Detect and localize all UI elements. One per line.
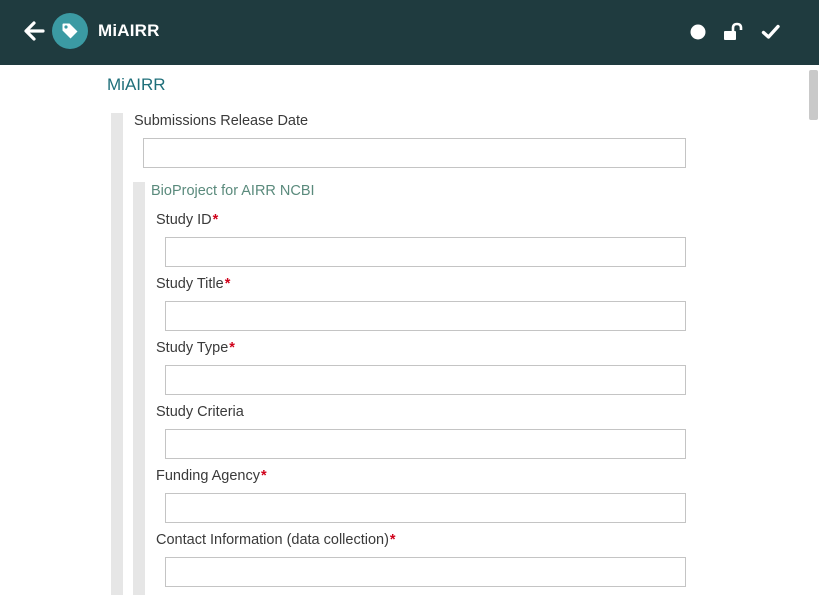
field-label-text: Study Criteria [156,404,244,420]
check-icon [761,24,780,39]
field-label-text: Study Title [156,276,224,292]
bioproject-section-title: BioProject for AIRR NCBI [151,183,315,199]
required-marker: * [389,532,396,548]
required-marker: * [212,212,219,228]
funding-agency-input[interactable] [165,493,686,523]
lock-button[interactable] [721,20,745,44]
study-type-label: Study Type* [156,340,235,356]
study-title-input[interactable] [165,301,686,331]
study-id-label: Study ID* [156,212,218,228]
unlock-icon [724,22,743,40]
circle-icon [690,24,706,40]
study-id-input[interactable] [165,237,686,267]
study-criteria-label: Study Criteria [156,404,244,420]
field-label-text: Study Type [156,340,229,356]
arrow-left-icon [24,21,45,41]
section-indent-bar [111,113,123,595]
funding-agency-label: Funding Agency* [156,468,267,484]
page-title: MiAIRR [107,75,166,94]
contact-information-label: Contact Information (data collection)* [156,532,396,548]
status-button[interactable] [686,20,710,44]
back-button[interactable] [22,18,48,44]
study-type-input[interactable] [165,365,686,395]
submissions-release-date-label: Submissions Release Date [134,113,309,129]
field-label-text: Contact Information (data collection) [156,532,389,548]
required-marker: * [261,468,267,484]
study-criteria-input[interactable] [165,429,686,459]
field-label-text: Study ID [156,212,212,228]
required-marker: * [229,340,235,356]
required-marker: * [224,276,231,292]
contact-information-input[interactable] [165,557,686,587]
field-label-text: Funding Agency [156,468,260,484]
scrollbar-track[interactable] [806,65,819,595]
app-title: MiAIRR [98,21,160,40]
submissions-release-date-input[interactable] [143,138,686,168]
tag-button[interactable] [52,13,88,49]
top-bar: MiAIRR [0,0,819,65]
scrollbar-thumb[interactable] [809,70,818,120]
subsection-indent-bar [133,182,145,595]
study-title-label: Study Title* [156,276,230,292]
confirm-button[interactable] [759,20,783,44]
tag-icon [62,23,78,39]
